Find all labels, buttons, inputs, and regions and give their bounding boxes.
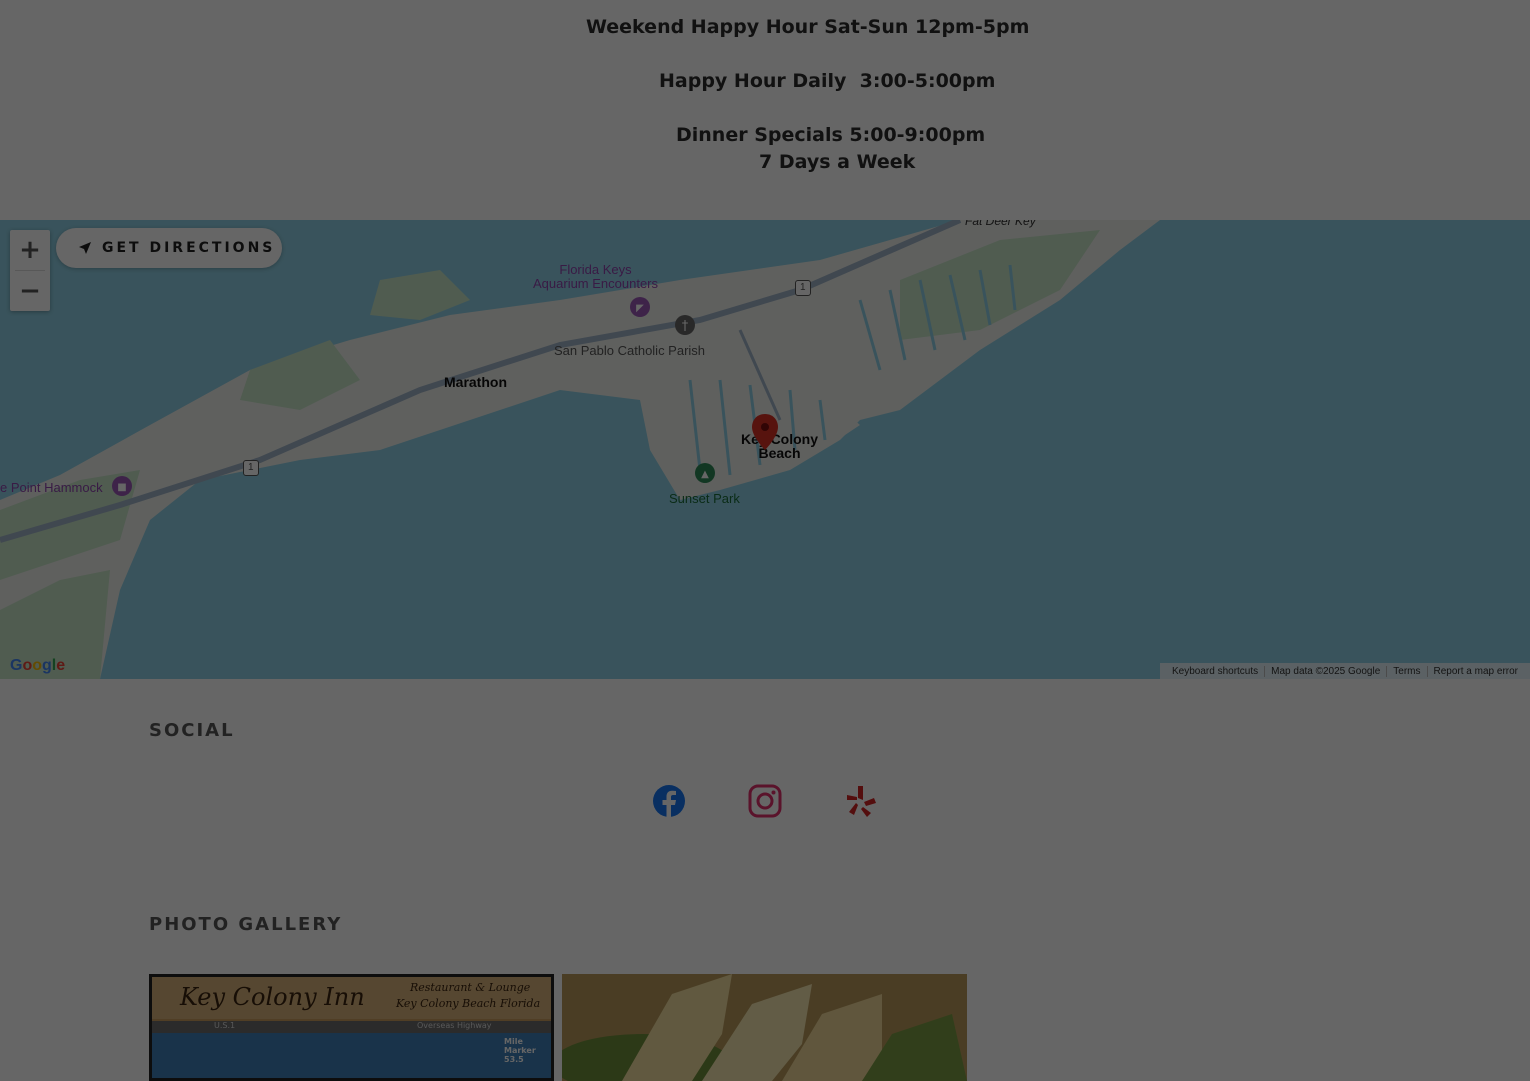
map-label-san-pablo[interactable]: San Pablo Catholic Parish	[554, 344, 705, 358]
svg-text:▲: ▲	[701, 469, 709, 480]
us1-shield: 1	[243, 460, 259, 476]
location-map[interactable]: 1 1 Fat Deer Key Florida Keys Aquarium E…	[0, 220, 1530, 679]
menu-title: Key Colony Inn	[180, 983, 365, 1011]
days-open-text: 7 Days a Week	[759, 151, 916, 173]
svg-text:†: †	[682, 319, 689, 334]
map-label-fat-deer-key: Fat Deer Key	[965, 220, 1036, 228]
weekend-happy-hour-text: Weekend Happy Hour Sat-Sun 12pm-5pm	[586, 16, 1030, 38]
map-label-marathon: Marathon	[444, 374, 507, 390]
menu-subtitle-1: Restaurant & Lounge	[410, 981, 531, 994]
report-map-error-link[interactable]: Report a map error	[1426, 665, 1524, 677]
food-photo-image	[562, 974, 967, 1081]
museum-pin-icon[interactable]: ■	[111, 475, 133, 497]
dinner-specials-text: Dinner Specials 5:00-9:00pm	[676, 124, 986, 146]
keyboard-shortcuts-link[interactable]: Keyboard shortcuts	[1166, 666, 1264, 677]
menu-mile-marker: Mile Marker 53.5	[504, 1037, 536, 1064]
svg-text:■: ■	[117, 482, 126, 493]
photo-gallery-heading: PHOTO GALLERY	[149, 914, 343, 935]
svg-text:◤: ◤	[636, 303, 644, 314]
church-pin-icon[interactable]: †	[674, 314, 696, 336]
zoom-controls: + −	[10, 230, 50, 311]
get-directions-button[interactable]: GET DIRECTIONS	[56, 228, 282, 268]
menu-map-water	[152, 1033, 551, 1078]
map-label-sunset-park[interactable]: Sunset Park	[669, 492, 740, 506]
zoom-in-button[interactable]: +	[10, 230, 50, 270]
hours-section: Weekend Happy Hour Sat-Sun 12pm-5pm Happ…	[0, 0, 1530, 220]
daily-happy-hour-text: Happy Hour Daily 3:00-5:00pm	[659, 70, 996, 92]
yelp-icon[interactable]	[844, 784, 878, 818]
aquarium-pin-icon[interactable]: ◤	[629, 296, 651, 318]
map-label-point-hammock[interactable]: e Point Hammock	[0, 481, 103, 495]
menu-road-label-1: U.S.1	[214, 1021, 236, 1030]
us1-shield: 1	[795, 280, 811, 296]
park-pin-icon[interactable]: ▲	[694, 462, 716, 484]
map-attribution-bar: Keyboard shortcuts Map data ©2025 Google…	[1159, 663, 1530, 679]
get-directions-label: GET DIRECTIONS	[102, 240, 276, 256]
zoom-out-button[interactable]: −	[10, 271, 50, 311]
gallery-photo-food[interactable]	[562, 974, 967, 1081]
google-logo[interactable]: Google	[10, 657, 65, 675]
map-label-aquarium[interactable]: Florida Keys Aquarium Encounters	[533, 263, 658, 291]
facebook-icon[interactable]	[652, 784, 686, 818]
gallery-photo-menu[interactable]: Key Colony Inn Restaurant & Lounge Key C…	[149, 974, 554, 1081]
navigation-arrow-icon	[79, 242, 91, 254]
location-marker-icon[interactable]	[750, 412, 780, 452]
menu-road-label-2: Overseas Highway	[417, 1021, 492, 1030]
instagram-icon[interactable]	[748, 784, 782, 818]
terms-link[interactable]: Terms	[1386, 665, 1426, 677]
map-data-text: Map data ©2025 Google	[1264, 665, 1386, 677]
social-heading: SOCIAL	[149, 720, 235, 741]
menu-subtitle-2: Key Colony Beach Florida	[396, 997, 541, 1010]
